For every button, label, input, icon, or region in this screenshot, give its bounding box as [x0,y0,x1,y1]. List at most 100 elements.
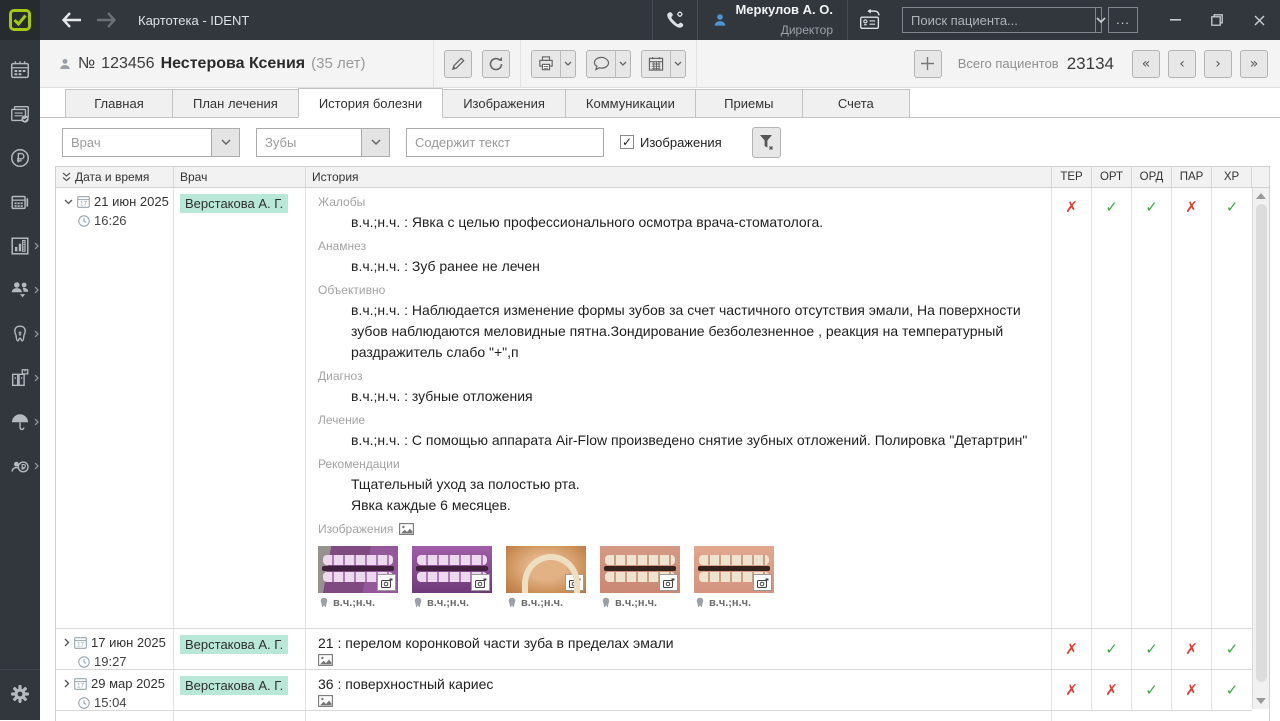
history-row[interactable]: 17 29 мар 2025 15:04 Верстакова А. Г. 36… [56,670,1252,711]
patient-cards-icon [9,103,31,125]
history-text: Явка каждые 6 месяцев. [351,495,1031,516]
last-patient-button[interactable]: » [1240,50,1268,78]
patient-card-return-button[interactable] [848,0,892,40]
sidebar-item-warehouse[interactable] [0,356,40,400]
add-patient-button[interactable] [914,50,942,78]
column-header-xr[interactable]: ХР [1212,167,1252,187]
forward-arrow-button[interactable] [96,12,116,28]
dental-photo-thumbnail[interactable]: в.ч.;н.ч. [694,546,774,609]
close-button[interactable] [1238,0,1280,40]
current-user[interactable]: Меркулов А. О. Директор [698,0,847,40]
calendar-icon: 17 [77,195,90,208]
sidebar-item-insurance[interactable] [0,400,40,444]
edit-patient-button[interactable] [444,50,472,78]
message-dropdown-chevron[interactable] [615,51,630,77]
sidebar-item-salary[interactable] [0,444,40,488]
print-dropdown-chevron[interactable] [560,51,575,77]
column-header-doctor[interactable]: Врач [174,167,306,187]
thumbnail-label: в.ч.;н.ч. [615,597,657,609]
dental-photo-thumbnail[interactable]: в.ч.;н.ч. [412,546,492,609]
sidebar-item-patient-cards[interactable] [0,92,40,136]
history-row-expanded[interactable]: 17 21 июн 2025 16:26 Верстакова А. Г. Жа… [56,188,1252,629]
refresh-button[interactable] [482,50,510,78]
previous-patient-button[interactable]: ‹ [1168,50,1196,78]
dental-photo-thumbnail[interactable]: в.ч.;н.ч. [506,546,586,609]
doctor-filter-dropdown[interactable] [211,129,239,156]
scroll-down-arrow[interactable] [1256,698,1266,704]
maximize-button[interactable] [1196,0,1238,40]
status-cell-group: ✗✗✓✗✓ [1052,670,1252,710]
search-dropdown-button[interactable] [1095,8,1106,32]
images-checkbox-label: Изображения [640,135,722,150]
tab-appointments[interactable]: Приемы [695,89,803,117]
appointments-dropdown-chevron[interactable] [670,51,685,77]
print-button[interactable] [532,51,560,77]
back-arrow-button[interactable] [62,12,82,28]
column-header-history[interactable]: История [306,167,1052,187]
sidebar-item-schedule[interactable] [0,48,40,92]
message-button[interactable] [587,51,615,77]
search-more-button[interactable]: ... [1108,7,1138,33]
telephony-button[interactable] [653,0,697,40]
dental-photo-thumbnail[interactable]: в.ч.;н.ч. [318,546,398,609]
minimize-button[interactable] [1154,0,1196,40]
history-text: в.ч.;н.ч. : зубные отложения [351,386,1031,407]
history-section: Анамнезв.ч.;н.ч. : Зуб ранее не лечен [318,236,1041,277]
dental-photo-thumbnail[interactable]: в.ч.;н.ч. [600,546,680,609]
status-cross-icon: ✗ [1172,188,1212,628]
clear-filter-button[interactable] [752,127,781,158]
sidebar-item-staff[interactable] [0,268,40,312]
tab-medical-history[interactable]: История болезни [298,88,443,118]
history-summary: 36 : поверхностный кариес [318,676,1041,692]
patient-search-input[interactable] [903,13,1095,28]
sidebar-item-payments[interactable] [0,136,40,180]
patient-name: Нестерова Ксения [161,55,306,73]
dental-photo[interactable] [600,546,680,593]
appointments-button[interactable] [642,51,670,77]
dental-photo[interactable] [506,546,586,593]
next-patient-button[interactable]: › [1204,50,1232,78]
doctor-filter [62,128,240,157]
column-header-ter[interactable]: ТЕР [1052,167,1092,187]
history-cell: 21 : перелом коронковой части зуба в пре… [306,629,1052,669]
chevron-right-icon[interactable] [64,679,70,688]
checkbox-check-icon[interactable]: ✓ [620,135,634,149]
vertical-scrollbar[interactable] [1252,188,1269,709]
sidebar-item-settings[interactable] [0,676,40,712]
sidebar-item-dental-lab[interactable] [0,312,40,356]
status-cross-icon: ✗ [1172,629,1212,669]
patient-number-label: № [78,55,95,73]
tab-communications[interactable]: Коммуникации [565,89,696,117]
history-row[interactable]: 17 17 июн 2025 19:27 Верстакова А. Г. 21… [56,629,1252,670]
status-cross-icon: ✗ [1092,670,1132,710]
column-header-date[interactable]: Дата и время [56,167,174,187]
tab-invoices[interactable]: Счета [802,89,910,117]
chevron-down-icon[interactable] [64,199,73,205]
chevron-right-icon[interactable] [64,638,70,647]
scroll-up-arrow[interactable] [1256,193,1266,199]
main-area: № 123456 Нестерова Ксения (35 лет) [40,40,1280,720]
images-filter-checkbox[interactable]: ✓ Изображения [620,135,722,150]
tab-main[interactable]: Главная [65,89,173,117]
dental-photo[interactable] [694,546,774,593]
scrollbar-thumb[interactable] [1256,204,1267,682]
column-header-ord[interactable]: ОРД [1132,167,1172,187]
dental-photo[interactable] [412,546,492,593]
date-cell: 17 29 мар 2025 15:04 [56,670,174,710]
status-check-icon: ✓ [1212,629,1252,669]
doctor-filter-input[interactable] [63,129,211,156]
collapse-all-icon [62,172,71,182]
app-logo[interactable] [0,0,40,40]
first-patient-button[interactable]: « [1132,50,1160,78]
teeth-filter-input[interactable] [257,129,361,156]
column-header-par[interactable]: ПАР [1172,167,1212,187]
dental-photo[interactable] [318,546,398,593]
teeth-filter-dropdown[interactable] [361,129,389,156]
sidebar-item-cashbox[interactable] [0,180,40,224]
tab-images[interactable]: Изображения [442,89,566,117]
tab-treatment-plan[interactable]: План лечения [172,89,299,117]
window-title: Картотека - IDENT [138,13,249,28]
column-header-ort[interactable]: ОРТ [1092,167,1132,187]
sidebar-item-reports[interactable] [0,224,40,268]
contains-text-input[interactable] [406,128,604,157]
